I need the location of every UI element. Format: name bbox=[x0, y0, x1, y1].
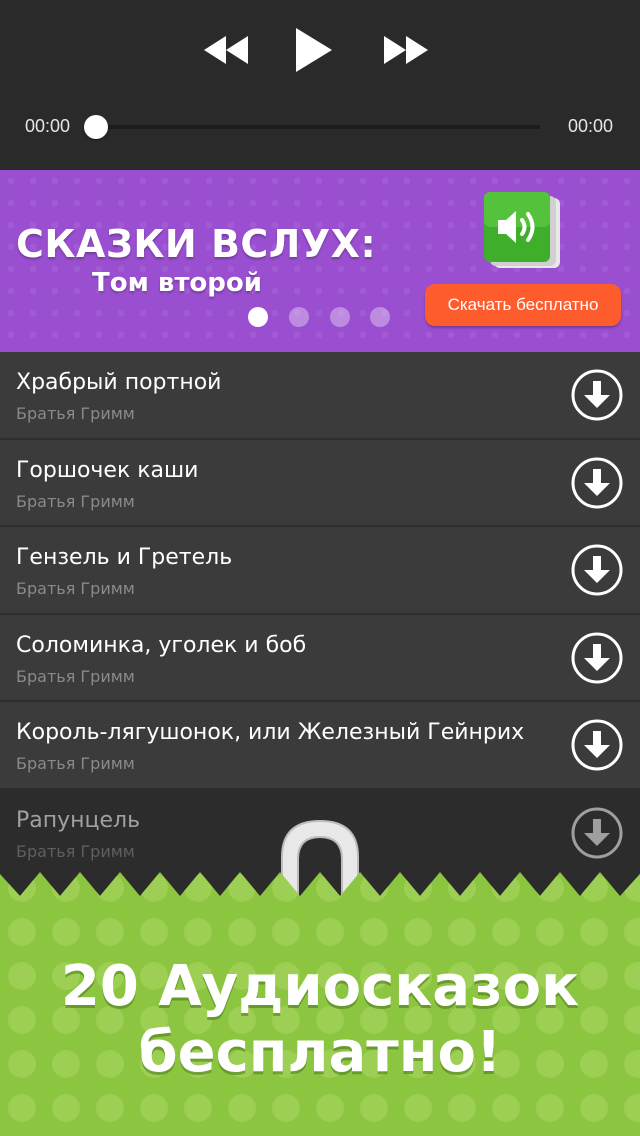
play-button[interactable] bbox=[292, 22, 336, 78]
tale-title: Соломинка, уголек и боб bbox=[16, 632, 307, 658]
fast-forward-button[interactable] bbox=[380, 22, 432, 78]
app-screen: 00:00 00:00 СКАЗКИ ВСЛУХ: Том второй Ска… bbox=[0, 0, 640, 1136]
audio-player: 00:00 00:00 bbox=[0, 0, 640, 170]
promo-banner[interactable]: СКАЗКИ ВСЛУХ: Том второй Скачать бесплат… bbox=[0, 170, 640, 352]
download-icon[interactable] bbox=[571, 807, 623, 859]
download-free-button[interactable]: Скачать бесплатно bbox=[425, 284, 621, 326]
progress-track[interactable] bbox=[96, 125, 540, 129]
banner-title: СКАЗКИ ВСЛУХ: bbox=[16, 222, 377, 266]
promo-line-1: 20 Аудиосказок bbox=[60, 954, 580, 1019]
list-item[interactable]: Храбрый портной Братья Гримм bbox=[0, 352, 640, 440]
list-item[interactable]: Соломинка, уголек и боб Братья Гримм bbox=[0, 614, 640, 702]
tale-author: Братья Гримм bbox=[16, 841, 135, 861]
play-icon bbox=[296, 28, 332, 72]
tale-author: Братья Гримм bbox=[16, 491, 135, 511]
list-item[interactable]: Горшочек каши Братья Гримм bbox=[0, 439, 640, 527]
tale-title: Рапунцель bbox=[16, 807, 141, 833]
list-item[interactable]: Король-лягушонок, или Железный Гейнрих Б… bbox=[0, 702, 640, 790]
total-time: 00:00 bbox=[567, 116, 613, 136]
pager-dot-2[interactable] bbox=[289, 307, 309, 327]
promo-line-2: бесплатно! bbox=[138, 1020, 502, 1085]
tale-author: Братья Гримм bbox=[16, 404, 135, 423]
banner-subtitle: Том второй bbox=[92, 268, 262, 298]
elapsed-time: 00:00 bbox=[25, 116, 71, 136]
rewind-button[interactable] bbox=[200, 22, 252, 78]
download-icon[interactable] bbox=[571, 632, 623, 684]
download-icon[interactable] bbox=[571, 719, 623, 771]
list-item[interactable]: Гензель и Гретель Братья Гримм bbox=[0, 527, 640, 615]
rewind-icon bbox=[204, 36, 248, 64]
fast-forward-icon bbox=[384, 36, 428, 64]
tale-author: Братья Гримм bbox=[16, 754, 135, 773]
tale-title: Храбрый портной bbox=[16, 370, 222, 395]
download-icon[interactable] bbox=[571, 457, 623, 509]
free-tales-promo: 20 Аудиосказок бесплатно! bbox=[0, 866, 640, 1136]
download-icon[interactable] bbox=[571, 544, 623, 596]
tale-title: Гензель и Гретель bbox=[16, 545, 233, 570]
speaker-app-icon bbox=[484, 192, 560, 268]
tale-title: Горшочек каши bbox=[16, 457, 199, 483]
tale-title: Король-лягушонок, или Железный Гейнрих bbox=[16, 720, 525, 745]
pager-dot-1[interactable] bbox=[248, 307, 268, 327]
download-icon[interactable] bbox=[571, 369, 623, 421]
progress-thumb[interactable] bbox=[84, 115, 108, 139]
pager-dot-4[interactable] bbox=[370, 307, 390, 327]
tale-author: Братья Гримм bbox=[16, 579, 135, 598]
promo-headline: 20 Аудиосказок бесплатно! bbox=[0, 954, 640, 1086]
tale-author: Братья Гримм bbox=[16, 666, 135, 686]
tale-list: Храбрый портной Братья Гримм Горшочек ка… bbox=[0, 352, 640, 877]
pager-dot-3[interactable] bbox=[330, 307, 350, 327]
player-controls bbox=[0, 22, 640, 78]
banner-pager bbox=[248, 307, 408, 327]
